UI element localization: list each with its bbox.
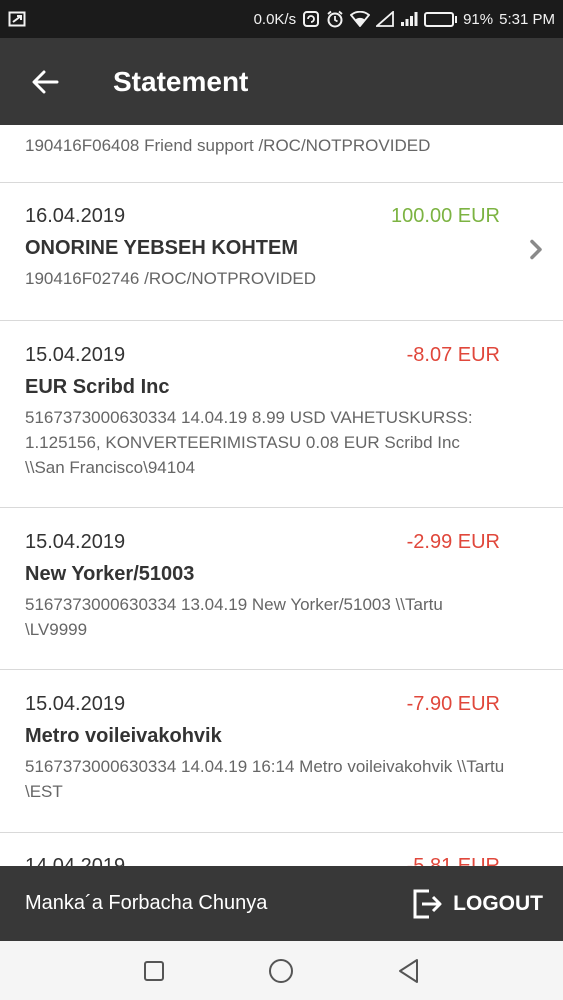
transaction-row[interactable]: 15.04.2019 -2.99 EUR New Yorker/51003 51… xyxy=(0,508,563,670)
transaction-desc: 5167373000630334 14.04.19 16:14 Metro vo… xyxy=(25,757,505,801)
square-icon xyxy=(143,960,164,981)
user-name: Manka´a Forbacha Chunya xyxy=(25,892,268,914)
circle-icon xyxy=(269,958,294,983)
battery-percent: 91% xyxy=(463,10,494,28)
sync-icon xyxy=(302,10,320,28)
transaction-title: ONORINE YEBSEH KOHTEM xyxy=(25,237,298,259)
back-button[interactable] xyxy=(0,38,90,125)
battery-icon xyxy=(424,11,458,27)
transaction-row-partial[interactable]: 14.04.2019 -5.81 EUR xyxy=(0,833,563,866)
transaction-desc: 190416F06408 Friend support /ROC/NOTPROV… xyxy=(25,136,431,155)
recents-button[interactable] xyxy=(134,951,174,991)
transaction-amount: -5.81 EUR xyxy=(406,855,500,866)
network-speed: 0.0K/s xyxy=(253,10,297,28)
chevron-right-icon xyxy=(529,238,543,265)
logout-icon xyxy=(413,889,442,918)
alarm-icon xyxy=(326,10,344,28)
transaction-row[interactable]: 15.04.2019 -7.90 EUR Metro voileivakohvi… xyxy=(0,670,563,833)
logout-button[interactable]: LOGOUT xyxy=(411,888,543,920)
transaction-title: New Yorker/51003 xyxy=(25,563,195,585)
footer-bar: Manka´a Forbacha Chunya LOGOUT xyxy=(0,866,563,941)
transaction-row[interactable]: 16.04.2019 100.00 EUR ONORINE YEBSEH KOH… xyxy=(0,183,563,321)
signal-icon xyxy=(400,11,418,27)
transaction-date: 15.04.2019 xyxy=(25,693,126,715)
page-title: Statement xyxy=(113,65,249,97)
home-button[interactable] xyxy=(261,951,301,991)
wifi-icon xyxy=(350,11,371,27)
transaction-amount: 100.00 EUR xyxy=(391,205,500,227)
screenshot-icon xyxy=(8,10,26,28)
transaction-list[interactable]: 190416F06408 Friend support /ROC/NOTPROV… xyxy=(0,125,563,866)
back-nav-button[interactable] xyxy=(389,951,429,991)
system-nav-bar xyxy=(0,941,563,1000)
transaction-desc: 5167373000630334 13.04.19 New Yorker/510… xyxy=(25,595,443,639)
transaction-desc: 5167373000630334 14.04.19 8.99 USD VAHET… xyxy=(25,408,473,477)
transaction-date: 16.04.2019 xyxy=(25,205,126,227)
transaction-amount: -8.07 EUR xyxy=(406,344,500,366)
transaction-row-partial[interactable]: 190416F06408 Friend support /ROC/NOTPROV… xyxy=(0,125,563,183)
transaction-title: Metro voileivakohvik xyxy=(25,725,222,747)
app-bar: Statement xyxy=(0,38,563,125)
clock: 5:31 PM xyxy=(499,10,555,28)
transaction-title: EUR Scribd Inc xyxy=(25,376,170,398)
transaction-date: 15.04.2019 xyxy=(25,344,126,366)
transaction-row[interactable]: 15.04.2019 -8.07 EUR EUR Scribd Inc 5167… xyxy=(0,321,563,508)
logout-label: LOGOUT xyxy=(453,891,543,915)
transaction-desc: 190416F02746 /ROC/NOTPROVIDED xyxy=(25,269,317,288)
status-bar: 0.0K/s 91% 5:31 PM xyxy=(0,0,563,38)
transaction-date: 15.04.2019 xyxy=(25,531,126,553)
arrow-left-icon xyxy=(32,70,59,93)
transaction-amount: -2.99 EUR xyxy=(406,531,500,553)
transaction-date: 14.04.2019 xyxy=(25,855,126,866)
triangle-back-icon xyxy=(399,958,419,983)
signal-empty-icon xyxy=(376,11,394,27)
transaction-amount: -7.90 EUR xyxy=(406,693,500,715)
